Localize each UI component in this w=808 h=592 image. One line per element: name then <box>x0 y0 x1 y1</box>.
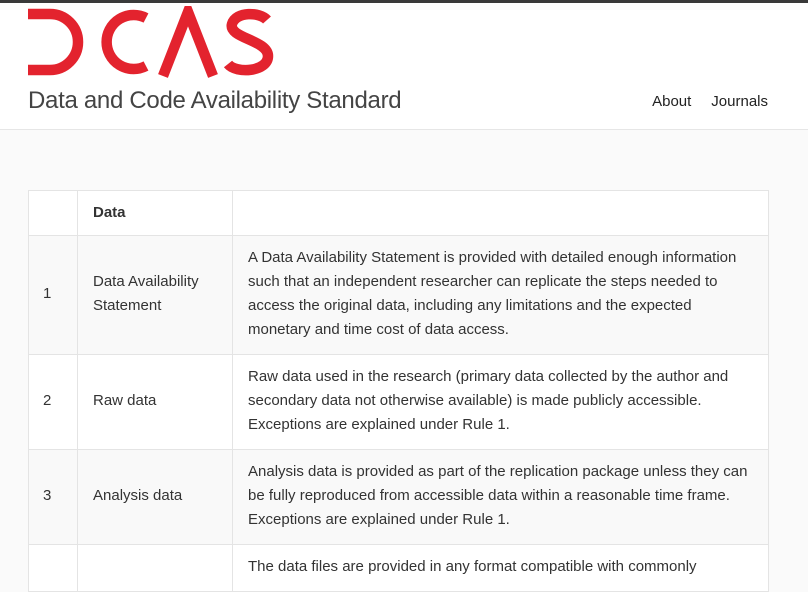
nav-link-journals[interactable]: Journals <box>711 93 768 110</box>
rule-number <box>28 544 78 592</box>
rule-number: 1 <box>28 235 78 355</box>
dcas-logo-mark <box>28 6 274 78</box>
main-nav: About Journals <box>652 93 768 110</box>
rule-description: Analysis data is provided as part of the… <box>232 449 769 545</box>
table-row: 2 Raw data Raw data used in the research… <box>28 354 769 450</box>
rule-description: The data files are provided in any forma… <box>232 544 769 592</box>
rule-name: Data Availability Statement <box>77 235 233 355</box>
data-rules-table: Data 1 Data Availability Statement A Dat… <box>28 190 769 592</box>
rule-description: A Data Availability Statement is provide… <box>232 235 769 355</box>
header-description-cell <box>232 190 769 236</box>
nav-link-about[interactable]: About <box>652 93 691 110</box>
site-tagline: Data and Code Availability Standard <box>28 87 402 114</box>
table-row: The data files are provided in any forma… <box>28 544 769 592</box>
header-number-cell <box>28 190 78 236</box>
rule-description: Raw data used in the research (primary d… <box>232 354 769 450</box>
rule-name: Raw data <box>77 354 233 450</box>
rules-table-container: Data 1 Data Availability Statement A Dat… <box>28 190 769 592</box>
rule-number: 2 <box>28 354 78 450</box>
rule-number: 3 <box>28 449 78 545</box>
table-row: 1 Data Availability Statement A Data Ava… <box>28 235 769 355</box>
rule-name <box>77 544 233 592</box>
site-header: Data and Code Availability Standard Abou… <box>0 3 808 130</box>
dcas-logo[interactable] <box>28 6 274 78</box>
rule-name: Analysis data <box>77 449 233 545</box>
table-row: 3 Analysis data Analysis data is provide… <box>28 449 769 545</box>
table-header-row: Data <box>28 190 769 236</box>
header-section-cell: Data <box>77 190 233 236</box>
